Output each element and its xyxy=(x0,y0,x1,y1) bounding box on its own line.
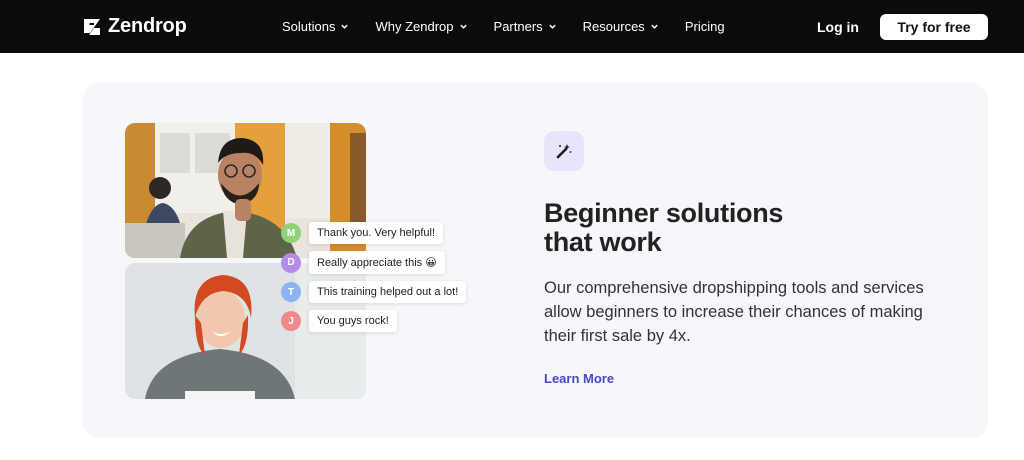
chat-avatar: D xyxy=(281,252,301,273)
chat-bubble-text: Really appreciate this 😀 xyxy=(309,251,445,274)
learn-more-link[interactable]: Learn More xyxy=(544,371,614,386)
chevron-down-icon xyxy=(548,24,556,29)
feature-badge xyxy=(544,131,584,171)
chat-bubble-text: This training helped out a lot! xyxy=(309,281,467,303)
chat-avatar: T xyxy=(281,282,301,302)
zendrop-logo-icon xyxy=(84,18,100,35)
section-headline: Beginner solutions that work xyxy=(544,199,844,257)
menu-item-label: Resources xyxy=(582,19,645,34)
menu-item-pricing[interactable]: Pricing xyxy=(685,19,725,34)
menu-item-resources[interactable]: Resources xyxy=(583,19,659,34)
chevron-down-icon xyxy=(459,24,467,29)
headline-line-1: Beginner solutions xyxy=(544,198,784,228)
headline-line-2: that work xyxy=(544,227,662,257)
login-link[interactable]: Log in xyxy=(817,19,859,35)
chat-bubble-text: You guys rock! xyxy=(309,310,397,332)
menu-item-label: Why Zendrop xyxy=(375,19,454,34)
menu-item-solutions[interactable]: Solutions xyxy=(282,19,349,34)
menu-item-label: Solutions xyxy=(282,19,336,34)
chevron-down-icon xyxy=(341,24,349,29)
brand-name: Zendrop xyxy=(108,15,187,37)
brand-logo[interactable]: Zendrop xyxy=(82,15,187,38)
chat-avatar: M xyxy=(281,223,301,243)
chat-message: T This training helped out a lot! xyxy=(281,281,467,303)
chat-bubble-text: Thank you. Very helpful! xyxy=(309,222,444,244)
chevron-down-icon xyxy=(651,24,658,29)
chat-avatar: J xyxy=(281,311,301,331)
magic-wand-icon xyxy=(556,144,572,159)
chat-message: D Really appreciate this 😀 xyxy=(281,251,445,274)
menu-item-label: Pricing xyxy=(684,19,725,34)
menu-item-partners[interactable]: Partners xyxy=(494,19,557,34)
try-for-free-button[interactable]: Try for free xyxy=(880,14,988,40)
chat-message: J You guys rock! xyxy=(281,310,397,332)
top-navbar: Zendrop Solutions Why Zendrop Partners R… xyxy=(0,0,1024,53)
menu-item-why-zendrop[interactable]: Why Zendrop xyxy=(375,19,467,34)
section-description: Our comprehensive dropshipping tools and… xyxy=(544,279,924,345)
main-menu: Solutions Why Zendrop Partners Resources… xyxy=(282,0,725,53)
chat-message: M Thank you. Very helpful! xyxy=(281,222,444,244)
menu-item-label: Partners xyxy=(493,19,543,34)
